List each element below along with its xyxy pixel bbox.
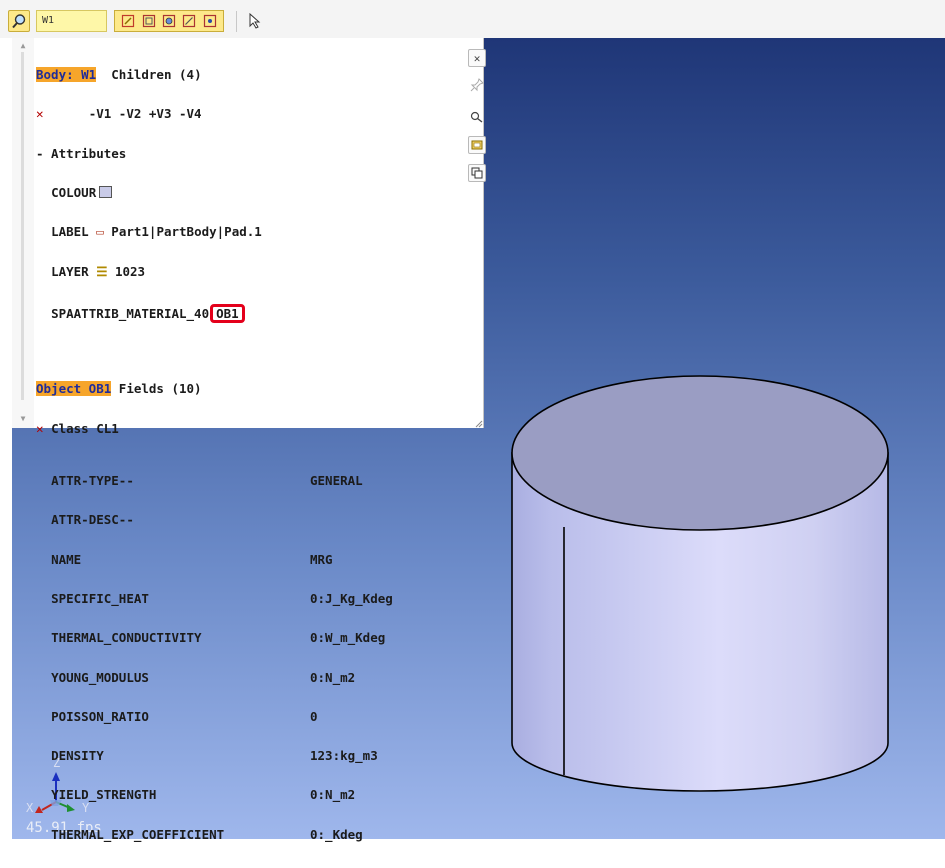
children-list[interactable]: -V1 -V2 +V3 -V4 (89, 106, 202, 121)
label-tag-icon: ▭ (96, 224, 104, 240)
field-value: 0:N_m2 (310, 669, 356, 685)
material-row: SPAATTRIB_MATERIAL_40 OB1 (36, 303, 456, 323)
select-face-icon[interactable] (120, 13, 136, 29)
field-row: NAME MRG (36, 553, 456, 566)
colour-label: COLOUR (51, 185, 97, 201)
delete-x-icon[interactable]: ✕ (36, 106, 44, 121)
vertical-scrollbar[interactable]: ▲ ▼ (12, 38, 34, 428)
layer-stack-icon: ☰ (96, 263, 108, 279)
object-row: Object OB1 Fields (10) (36, 381, 456, 397)
field-name: SPECIFIC_HEAT (51, 590, 149, 606)
highlight-button[interactable] (468, 136, 486, 154)
find-icon (470, 111, 483, 123)
object-label[interactable]: Object OB1 (36, 381, 112, 397)
select-point-icon[interactable] (202, 13, 218, 29)
label-value: Part1|PartBody|Pad.1 (111, 224, 262, 240)
zoom-button[interactable] (8, 10, 30, 32)
scroll-track[interactable] (21, 52, 24, 400)
field-value: 0:J_Kg_Kdeg (310, 590, 393, 606)
field-row: YIELD_STRENGTH 0:N_m2 (36, 788, 456, 801)
material-link[interactable]: OB1 (210, 303, 245, 323)
pin-button[interactable] (468, 76, 486, 94)
zoom-lens-icon (12, 14, 26, 29)
field-row: YOUNG_MODULUS 0:N_m2 (36, 669, 456, 685)
select-body-icon[interactable] (161, 13, 177, 29)
children-row: ✕ -V1 -V2 +V3 -V4 (36, 107, 456, 120)
toolbar-separator (236, 11, 237, 32)
label-label: LABEL (51, 224, 89, 240)
field-value: 0:N_m2 (310, 787, 356, 803)
field-name: THERMAL_EXP_COEFFICIENT (51, 826, 225, 842)
field-value: MRG (310, 551, 333, 567)
children-label: Children (4) (111, 67, 202, 83)
cylinder-top-face (511, 375, 889, 531)
blank-spacer (36, 343, 456, 356)
copy-icon (471, 167, 483, 179)
close-button[interactable]: ✕ (468, 49, 486, 67)
field-name: POISSON_RATIO (51, 708, 149, 724)
field-row: POISSON_RATIO 0 (36, 710, 456, 723)
field-name: THERMAL_CONDUCTIVITY (51, 630, 202, 646)
field-value: 123:kg_m3 (310, 748, 378, 764)
field-row: ATTR-TYPE-- GENERAL (36, 474, 456, 487)
scroll-up-arrow-icon[interactable]: ▲ (12, 41, 34, 50)
material-value[interactable]: OB1 (216, 306, 239, 321)
pointer-arrow-icon (249, 13, 261, 29)
field-value: 0:W_m_Kdeg (310, 630, 386, 646)
field-name: ATTR-DESC-- (51, 512, 134, 528)
colour-swatch[interactable] (99, 186, 113, 199)
label-row: LABEL ▭ Part1|PartBody|Pad.1 (36, 225, 456, 238)
close-icon: ✕ (473, 51, 481, 65)
field-name: DENSITY (51, 748, 104, 764)
material-label: SPAATTRIB_MATERIAL_40 (51, 305, 210, 321)
attribute-inspector-panel: ▲ ▼ Body: W1 Children (4) ✕ -V1 -V2 +V3 … (12, 38, 486, 841)
resize-grip-icon[interactable] (473, 418, 483, 428)
find-button[interactable] (468, 108, 486, 126)
body-row: Body: W1 Children (4) (36, 67, 456, 83)
class-label[interactable]: Class CL1 (51, 421, 119, 436)
selection-mode-group (114, 10, 224, 32)
field-name: ATTR-TYPE-- (51, 473, 134, 489)
pointer-button[interactable] (244, 10, 266, 32)
class-row: ✕ Class CL1 (36, 422, 456, 435)
toolbar: W1 (0, 0, 945, 38)
name-input[interactable]: W1 (36, 10, 107, 32)
body-label[interactable]: Body: W1 (36, 67, 97, 83)
fields-label: Fields (10) (118, 381, 202, 397)
delete-x-icon[interactable]: ✕ (36, 421, 44, 436)
attributes-header[interactable]: - Attributes (36, 147, 456, 160)
field-row: ATTR-DESC-- (36, 513, 456, 526)
layer-value: 1023 (114, 263, 146, 279)
field-value: GENERAL (310, 473, 363, 489)
field-value: 0 (310, 708, 318, 724)
colour-row: COLOUR (36, 186, 456, 199)
field-name: YIELD_STRENGTH (51, 787, 157, 803)
highlight-icon (471, 140, 483, 150)
scroll-down-arrow-icon[interactable]: ▼ (12, 414, 34, 423)
axis-x-label: X (26, 801, 34, 815)
select-vertex-icon[interactable] (181, 13, 197, 29)
field-row: DENSITY 123:kg_m3 (36, 749, 456, 762)
field-name: NAME (51, 551, 82, 567)
field-name: YOUNG_MODULUS (51, 669, 149, 685)
select-edge-icon[interactable] (141, 13, 157, 29)
copy-button[interactable] (468, 164, 486, 182)
layer-label: LAYER (51, 263, 89, 279)
layer-row: LAYER ☰ 1023 (36, 265, 456, 278)
pin-icon (470, 78, 484, 92)
field-row: THERMAL_CONDUCTIVITY 0:W_m_Kdeg (36, 631, 456, 644)
field-row: SPECIFIC_HEAT 0:J_Kg_Kdeg (36, 592, 456, 605)
inspector-tree: Body: W1 Children (4) ✕ -V1 -V2 +V3 -V4 … (36, 42, 456, 867)
